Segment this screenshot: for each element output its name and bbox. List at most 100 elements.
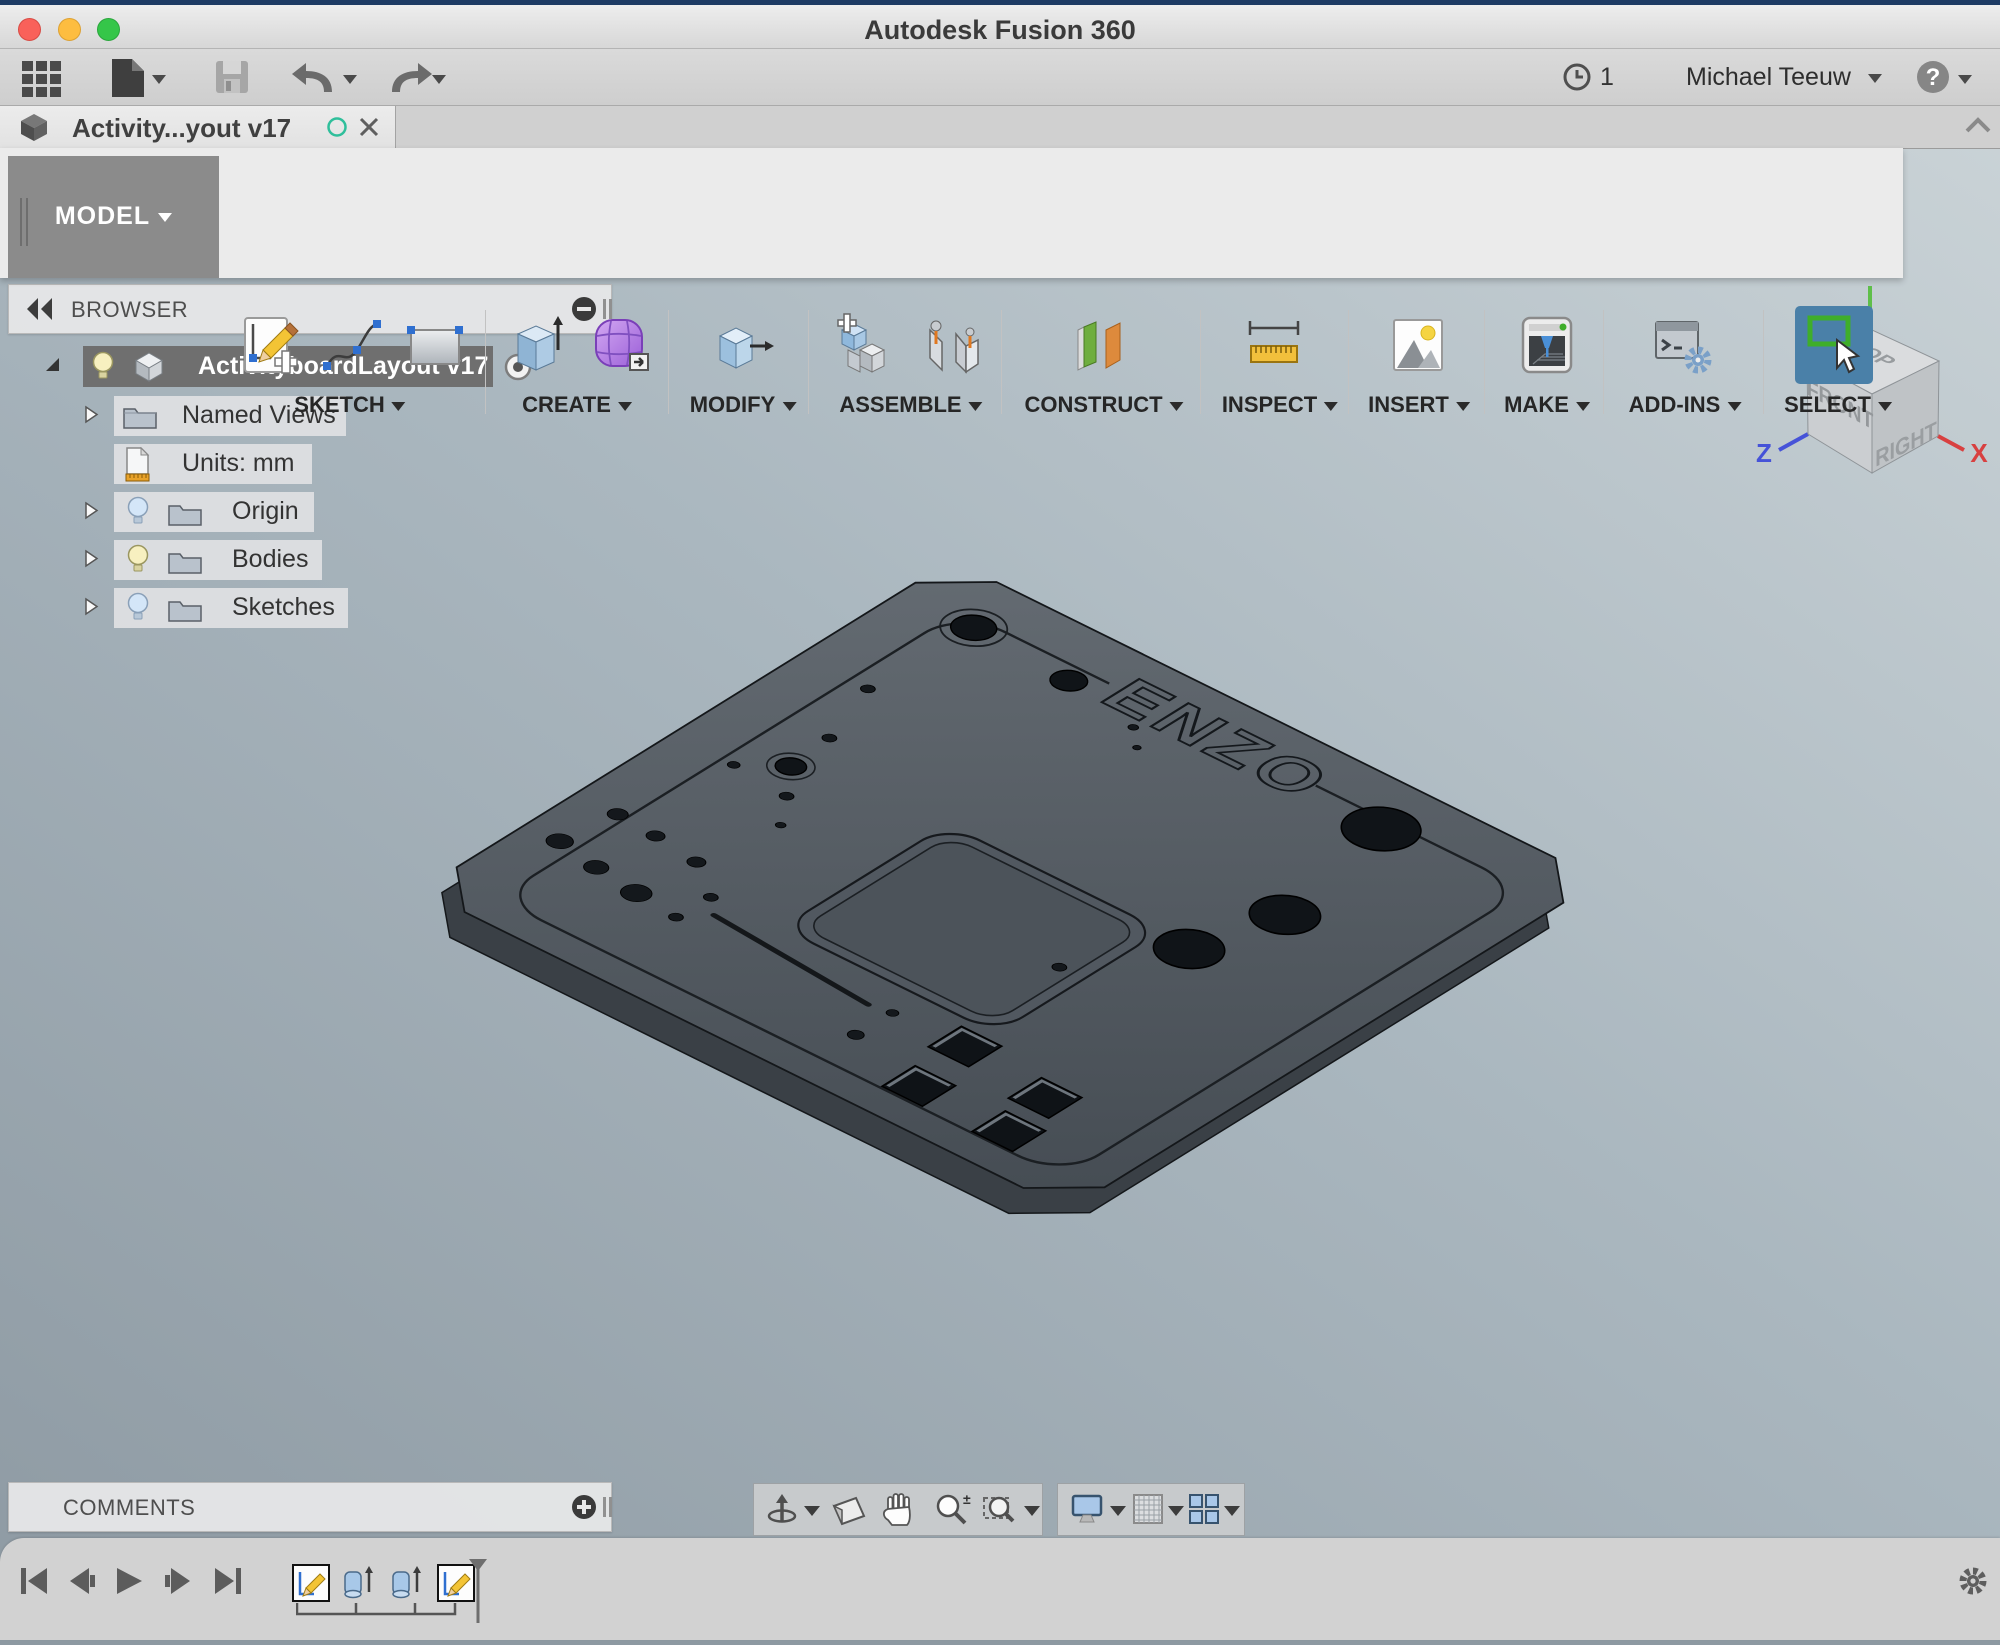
- ribbon-menu-construct[interactable]: CONSTRUCT: [1024, 392, 1183, 418]
- display-menu-caret[interactable]: [1110, 1506, 1126, 1516]
- help-menu-caret[interactable]: [1958, 75, 1972, 84]
- grid-menu-caret[interactable]: [1168, 1506, 1184, 1516]
- insert-image-icon[interactable]: [1386, 312, 1450, 380]
- construct-plane-icon[interactable]: [1068, 312, 1132, 380]
- select-icon[interactable]: [1795, 306, 1873, 384]
- svg-text:?: ?: [1926, 64, 1941, 91]
- browser-item-origin[interactable]: Origin: [114, 492, 314, 532]
- zoom-icon[interactable]: ±: [934, 1492, 972, 1528]
- browser-title: BROWSER: [71, 297, 188, 323]
- user-menu[interactable]: Michael Teeuw: [1686, 63, 1882, 92]
- help-icon[interactable]: ?: [1916, 60, 1950, 94]
- ribbon-menu-select[interactable]: SELECT: [1784, 392, 1892, 418]
- folder-icon: [168, 500, 202, 526]
- units-document-icon: [125, 447, 151, 482]
- bulb-on-icon[interactable]: [126, 544, 150, 575]
- ribbon-menu-modify[interactable]: MODIFY: [690, 392, 797, 418]
- viewports-menu-caret[interactable]: [1224, 1506, 1240, 1516]
- orbit-icon[interactable]: [764, 1492, 800, 1528]
- step-back-icon[interactable]: [68, 1566, 96, 1596]
- press-pull-icon[interactable]: [712, 312, 776, 380]
- document-cube-icon: [18, 112, 50, 142]
- grid-display-icon[interactable]: [1132, 1493, 1166, 1525]
- disclosure-icon[interactable]: [83, 501, 100, 520]
- save-icon[interactable]: [214, 59, 250, 95]
- play-icon[interactable]: [114, 1566, 144, 1596]
- redo-menu-caret[interactable]: [432, 75, 446, 84]
- expand-chevron-icon[interactable]: [1964, 116, 1992, 136]
- ribbon: MODEL: [0, 148, 1903, 278]
- undo-menu-caret[interactable]: [343, 75, 357, 84]
- measure-icon[interactable]: [1242, 312, 1306, 380]
- fusion360-window: { "window": { "title": "Autodesk Fusion …: [0, 0, 2000, 1640]
- pan-icon[interactable]: [880, 1491, 916, 1529]
- file-icon[interactable]: [110, 57, 146, 99]
- workspace-caret: [158, 213, 172, 222]
- timeline-feature-sketch[interactable]: [292, 1564, 330, 1602]
- ribbon-menu-make[interactable]: MAKE: [1504, 392, 1590, 418]
- bulb-off-icon[interactable]: [126, 592, 150, 623]
- app-grid-icon[interactable]: [22, 61, 64, 97]
- gear-icon[interactable]: [1956, 1564, 1990, 1598]
- new-component-icon[interactable]: [834, 312, 898, 380]
- file-menu-caret[interactable]: [152, 75, 166, 84]
- timeline-group-bracket: [296, 1602, 458, 1616]
- window-zoom-icon[interactable]: [982, 1492, 1020, 1528]
- timeline-feature-extrude[interactable]: [342, 1564, 376, 1602]
- sync-icon[interactable]: [326, 116, 348, 138]
- viewports-icon[interactable]: [1188, 1493, 1222, 1525]
- tab-title: Activity...yout v17: [72, 113, 291, 144]
- add-ins-icon[interactable]: [1652, 312, 1716, 380]
- display-settings-icon[interactable]: [1070, 1493, 1106, 1527]
- zoom-menu-caret[interactable]: [1024, 1506, 1040, 1516]
- sketch-icon[interactable]: [237, 312, 301, 380]
- disclosure-icon[interactable]: [83, 549, 100, 568]
- model-body[interactable]: ENZO: [391, 560, 1615, 1235]
- resize-handle-icon[interactable]: [603, 1497, 606, 1517]
- timeline-marker-icon[interactable]: [468, 1558, 488, 1624]
- browser-item-units[interactable]: Units: mm: [114, 444, 312, 484]
- folder-icon: [168, 548, 202, 574]
- form-icon[interactable]: [588, 312, 652, 380]
- workspace-label: MODEL: [55, 202, 150, 230]
- go-to-start-icon[interactable]: [20, 1566, 48, 1596]
- expanded-icon[interactable]: [43, 356, 61, 374]
- display-toolbar: [1057, 1483, 1245, 1536]
- ribbon-menu-insert[interactable]: INSERT: [1368, 392, 1470, 418]
- browser-item-sketches[interactable]: Sketches: [114, 588, 348, 628]
- go-to-end-icon[interactable]: [214, 1566, 242, 1596]
- bulb-on-icon[interactable]: [91, 351, 115, 382]
- extrude-icon[interactable]: [506, 312, 570, 380]
- redo-icon[interactable]: [386, 61, 434, 93]
- undo-icon[interactable]: [290, 61, 338, 93]
- ribbon-menu-add-ins[interactable]: ADD-INS: [1629, 392, 1742, 418]
- disclosure-icon[interactable]: [83, 405, 100, 424]
- timeline: [0, 1538, 2000, 1640]
- orbit-menu-caret[interactable]: [804, 1506, 820, 1516]
- spline-icon[interactable]: [319, 312, 383, 380]
- svg-text:±: ±: [963, 1492, 971, 1507]
- ribbon-menu-inspect[interactable]: INSPECT: [1222, 392, 1338, 418]
- rectangle-icon[interactable]: [403, 312, 467, 380]
- make-icon[interactable]: [1515, 312, 1579, 380]
- document-tab[interactable]: Activity...yout v17: [0, 106, 396, 148]
- joint-icon[interactable]: [920, 312, 984, 380]
- look-at-icon[interactable]: [830, 1494, 868, 1526]
- add-comment-icon[interactable]: [571, 1494, 597, 1520]
- ribbon-menu-sketch[interactable]: SKETCH: [294, 392, 405, 418]
- ribbon-menu-create[interactable]: CREATE: [522, 392, 632, 418]
- browser-item-bodies[interactable]: Bodies: [114, 540, 322, 580]
- comments-bar[interactable]: COMMENTS: [8, 1482, 612, 1532]
- disclosure-icon[interactable]: [83, 597, 100, 616]
- clock-icon[interactable]: [1562, 62, 1592, 92]
- step-forward-icon[interactable]: [164, 1566, 192, 1596]
- bulb-off-icon[interactable]: [126, 496, 150, 527]
- close-icon[interactable]: [358, 116, 380, 138]
- window-title: Autodesk Fusion 360: [0, 15, 2000, 46]
- job-badge: 1: [1600, 63, 1614, 92]
- ribbon-menu-assemble[interactable]: ASSEMBLE: [839, 392, 982, 418]
- workspace-switcher[interactable]: MODEL: [8, 156, 219, 278]
- timeline-feature-extrude-2[interactable]: [390, 1564, 424, 1602]
- user-name: Michael Teeuw: [1686, 63, 1851, 91]
- collapse-panel-icon[interactable]: [25, 298, 55, 320]
